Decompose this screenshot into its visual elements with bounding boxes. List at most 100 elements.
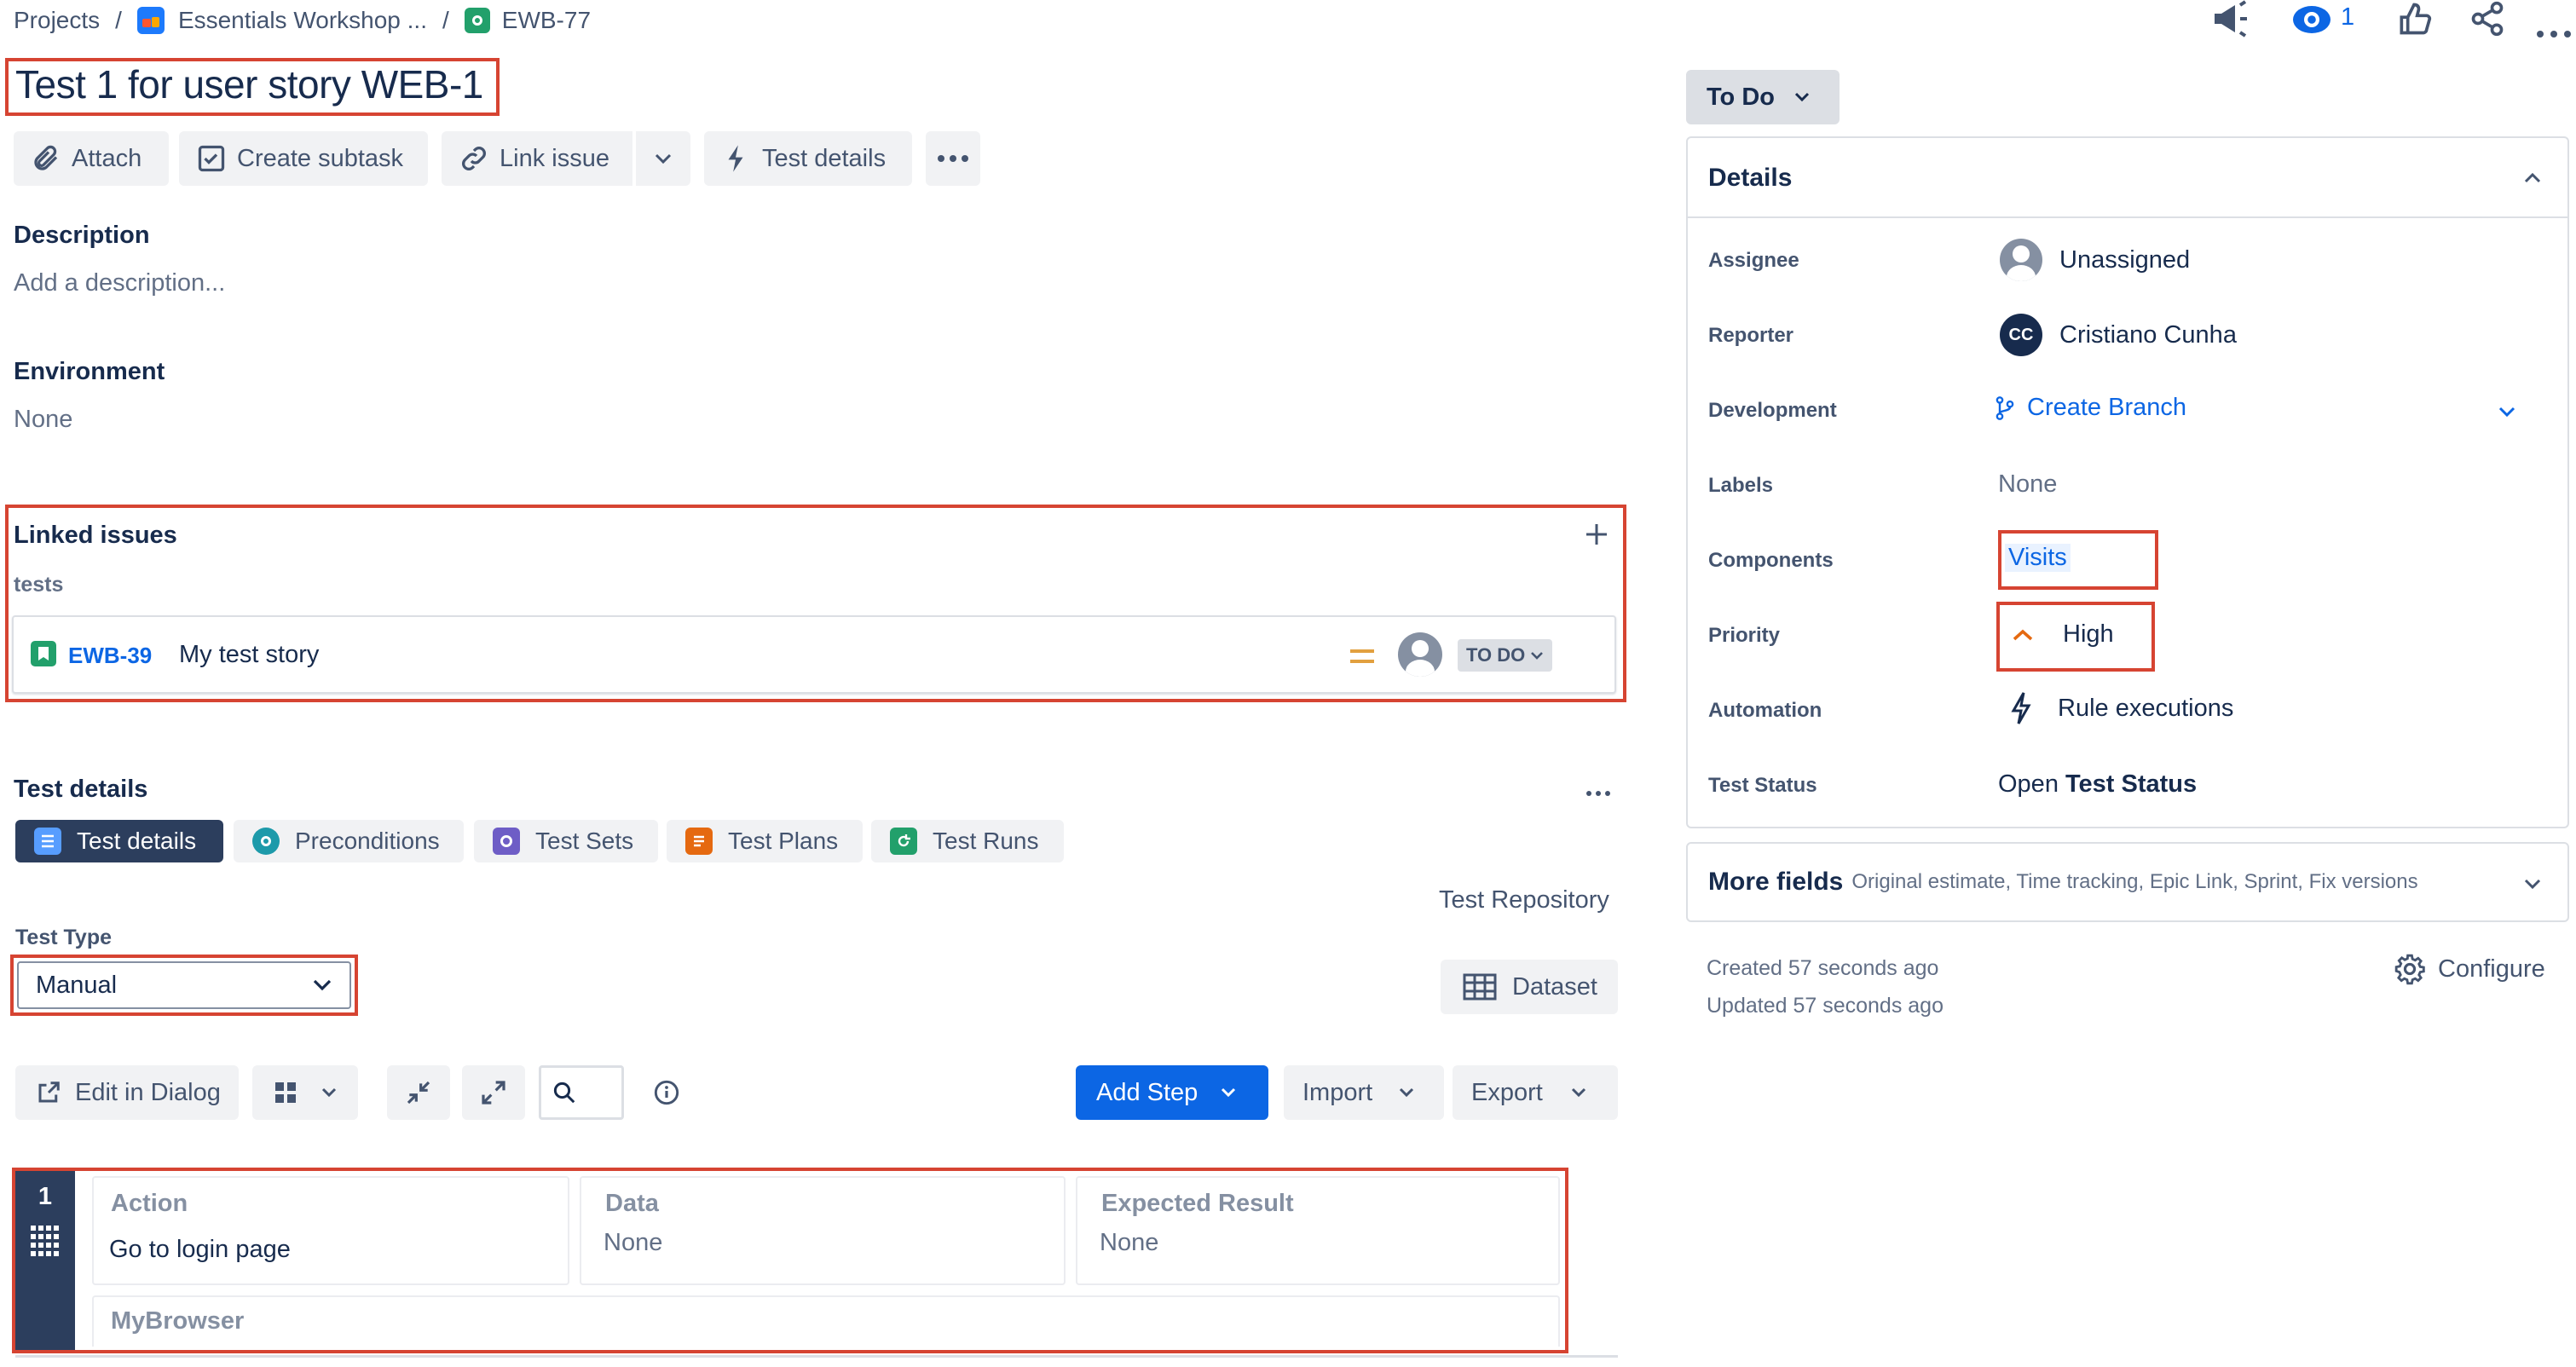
add-step-button[interactable]: Add Step xyxy=(1076,1065,1268,1120)
priority-field[interactable]: High xyxy=(2012,620,2114,649)
info-icon[interactable] xyxy=(653,1079,680,1110)
linked-issue-status-label: TO DO xyxy=(1466,644,1526,666)
linked-issue-summary[interactable]: My test story xyxy=(179,641,319,669)
test-repository-link[interactable]: Test Repository xyxy=(1439,886,1609,914)
dataset-button[interactable]: Dataset xyxy=(1441,960,1618,1014)
reporter-avatar: CC xyxy=(2000,314,2042,356)
details-title: Details xyxy=(1708,164,1793,192)
medium-priority-icon xyxy=(1349,644,1376,672)
layout-view-button[interactable] xyxy=(252,1065,358,1120)
test-type-label: Test Type xyxy=(15,926,112,949)
test-sets-icon xyxy=(493,828,520,855)
configure-label: Configure xyxy=(2438,955,2545,983)
gear-icon xyxy=(2394,954,2425,985)
more-fields-hint: Original estimate, Time tracking, Epic L… xyxy=(1851,870,2418,893)
development-label: Development xyxy=(1708,399,1837,422)
breadcrumb-separator: / xyxy=(115,7,122,33)
chevron-down-icon xyxy=(1571,1087,1585,1098)
announcement-icon[interactable] xyxy=(2209,0,2250,42)
configure-button[interactable]: Configure xyxy=(2394,953,2545,985)
add-linked-issue-icon[interactable] xyxy=(1584,522,1609,551)
grid-icon xyxy=(275,1082,296,1103)
tab-test-details[interactable]: Test details xyxy=(15,820,223,862)
share-icon[interactable] xyxy=(2469,0,2506,42)
priority-value: High xyxy=(2063,620,2114,648)
chevron-down-icon xyxy=(655,153,672,164)
rule-executions-field[interactable]: Rule executions xyxy=(2008,690,2233,726)
watch-count[interactable]: 1 xyxy=(2341,3,2354,32)
assignee-field[interactable]: Unassigned xyxy=(2000,239,2190,281)
chevron-up-icon xyxy=(2524,172,2541,183)
environment-value[interactable]: None xyxy=(14,406,72,434)
chevron-down-icon xyxy=(313,979,332,991)
test-status-value[interactable]: Open Test Status xyxy=(1998,770,2197,799)
reporter-field[interactable]: CC Cristiano Cunha xyxy=(2000,314,2237,356)
components-label: Components xyxy=(1708,549,1834,572)
export-label: Export xyxy=(1471,1078,1543,1106)
watch-icon[interactable] xyxy=(2291,2,2332,42)
subtask-icon xyxy=(198,145,225,172)
link-relation-label: tests xyxy=(14,573,64,597)
updated-timestamp: Updated 57 seconds ago xyxy=(1707,994,1944,1018)
status-label: To Do xyxy=(1707,83,1775,111)
tab-label: Test Plans xyxy=(728,828,839,854)
linked-issue-row[interactable]: EWB-39 My test story TO DO xyxy=(12,615,1616,694)
steps-search-input[interactable] xyxy=(539,1065,624,1120)
linked-issue-key[interactable]: EWB-39 xyxy=(68,643,152,669)
search-icon xyxy=(553,1081,575,1104)
test-type-select[interactable]: Manual xyxy=(17,961,351,1009)
import-button[interactable]: Import xyxy=(1284,1065,1444,1120)
reporter-value: Cristiano Cunha xyxy=(2059,320,2237,349)
test-details-more-icon[interactable] xyxy=(1585,786,1611,801)
edit-in-dialog-button[interactable]: Edit in Dialog xyxy=(15,1065,239,1120)
test-plans-icon xyxy=(685,828,713,855)
lightning-icon xyxy=(728,145,743,172)
test-details-label: Test details xyxy=(762,144,887,172)
create-branch-link[interactable]: Create Branch xyxy=(1995,394,2186,422)
description-label: Description xyxy=(14,222,150,249)
tab-preconditions[interactable]: Preconditions xyxy=(234,820,464,862)
link-issue-button[interactable]: Link issue xyxy=(442,131,632,186)
issue-title[interactable]: Test 1 for user story WEB-1 xyxy=(15,61,483,107)
like-icon[interactable] xyxy=(2395,0,2433,42)
linked-issue-status[interactable]: TO DO xyxy=(1458,639,1553,672)
breadcrumb-issue-key[interactable]: EWB-77 xyxy=(502,7,591,34)
test-status-label: Test Status xyxy=(1708,774,1817,797)
more-actions-icon[interactable] xyxy=(2535,15,2573,44)
details-header[interactable]: Details xyxy=(1688,138,2567,218)
tab-test-sets[interactable]: Test Sets xyxy=(474,820,658,862)
table-icon xyxy=(1463,973,1497,1001)
attach-button[interactable]: Attach xyxy=(14,131,169,186)
external-link-icon xyxy=(38,1081,60,1103)
linked-issues-label: Linked issues xyxy=(14,522,177,549)
export-button[interactable]: Export xyxy=(1453,1065,1618,1120)
priority-high-icon xyxy=(2013,629,2033,640)
chevron-down-icon xyxy=(1400,1087,1414,1098)
create-subtask-button[interactable]: Create subtask xyxy=(179,131,428,186)
tab-label: Test Sets xyxy=(535,828,634,854)
more-fields-panel[interactable]: More fields Original estimate, Time trac… xyxy=(1686,842,2569,922)
breadcrumb-projects[interactable]: Projects xyxy=(14,7,100,34)
list-icon xyxy=(34,828,61,855)
breadcrumb-project[interactable]: Essentials Workshop ... xyxy=(178,7,427,34)
chevron-down-icon xyxy=(1222,1087,1236,1098)
expand-icon xyxy=(482,1081,505,1105)
chevron-down-icon[interactable] xyxy=(2498,406,2516,418)
expand-button[interactable] xyxy=(462,1065,525,1120)
more-toolbar-button[interactable] xyxy=(926,131,980,186)
tab-test-runs[interactable]: Test Runs xyxy=(871,820,1064,862)
labels-value[interactable]: None xyxy=(1998,470,2057,499)
description-placeholder[interactable]: Add a description... xyxy=(14,269,225,297)
tab-label: Preconditions xyxy=(295,828,440,854)
attach-label: Attach xyxy=(72,144,142,172)
chevron-down-icon xyxy=(1531,652,1544,660)
test-details-button[interactable]: Test details xyxy=(704,131,912,186)
tab-test-plans[interactable]: Test Plans xyxy=(667,820,863,862)
status-button[interactable]: To Do xyxy=(1686,70,1840,124)
test-type-value: Manual xyxy=(36,971,118,999)
issue-type-icon xyxy=(464,8,490,33)
link-issue-dropdown[interactable] xyxy=(636,131,690,186)
created-timestamp: Created 57 seconds ago xyxy=(1707,956,1939,980)
collapse-button[interactable] xyxy=(387,1065,450,1120)
components-value[interactable]: Visits xyxy=(2005,544,2071,572)
